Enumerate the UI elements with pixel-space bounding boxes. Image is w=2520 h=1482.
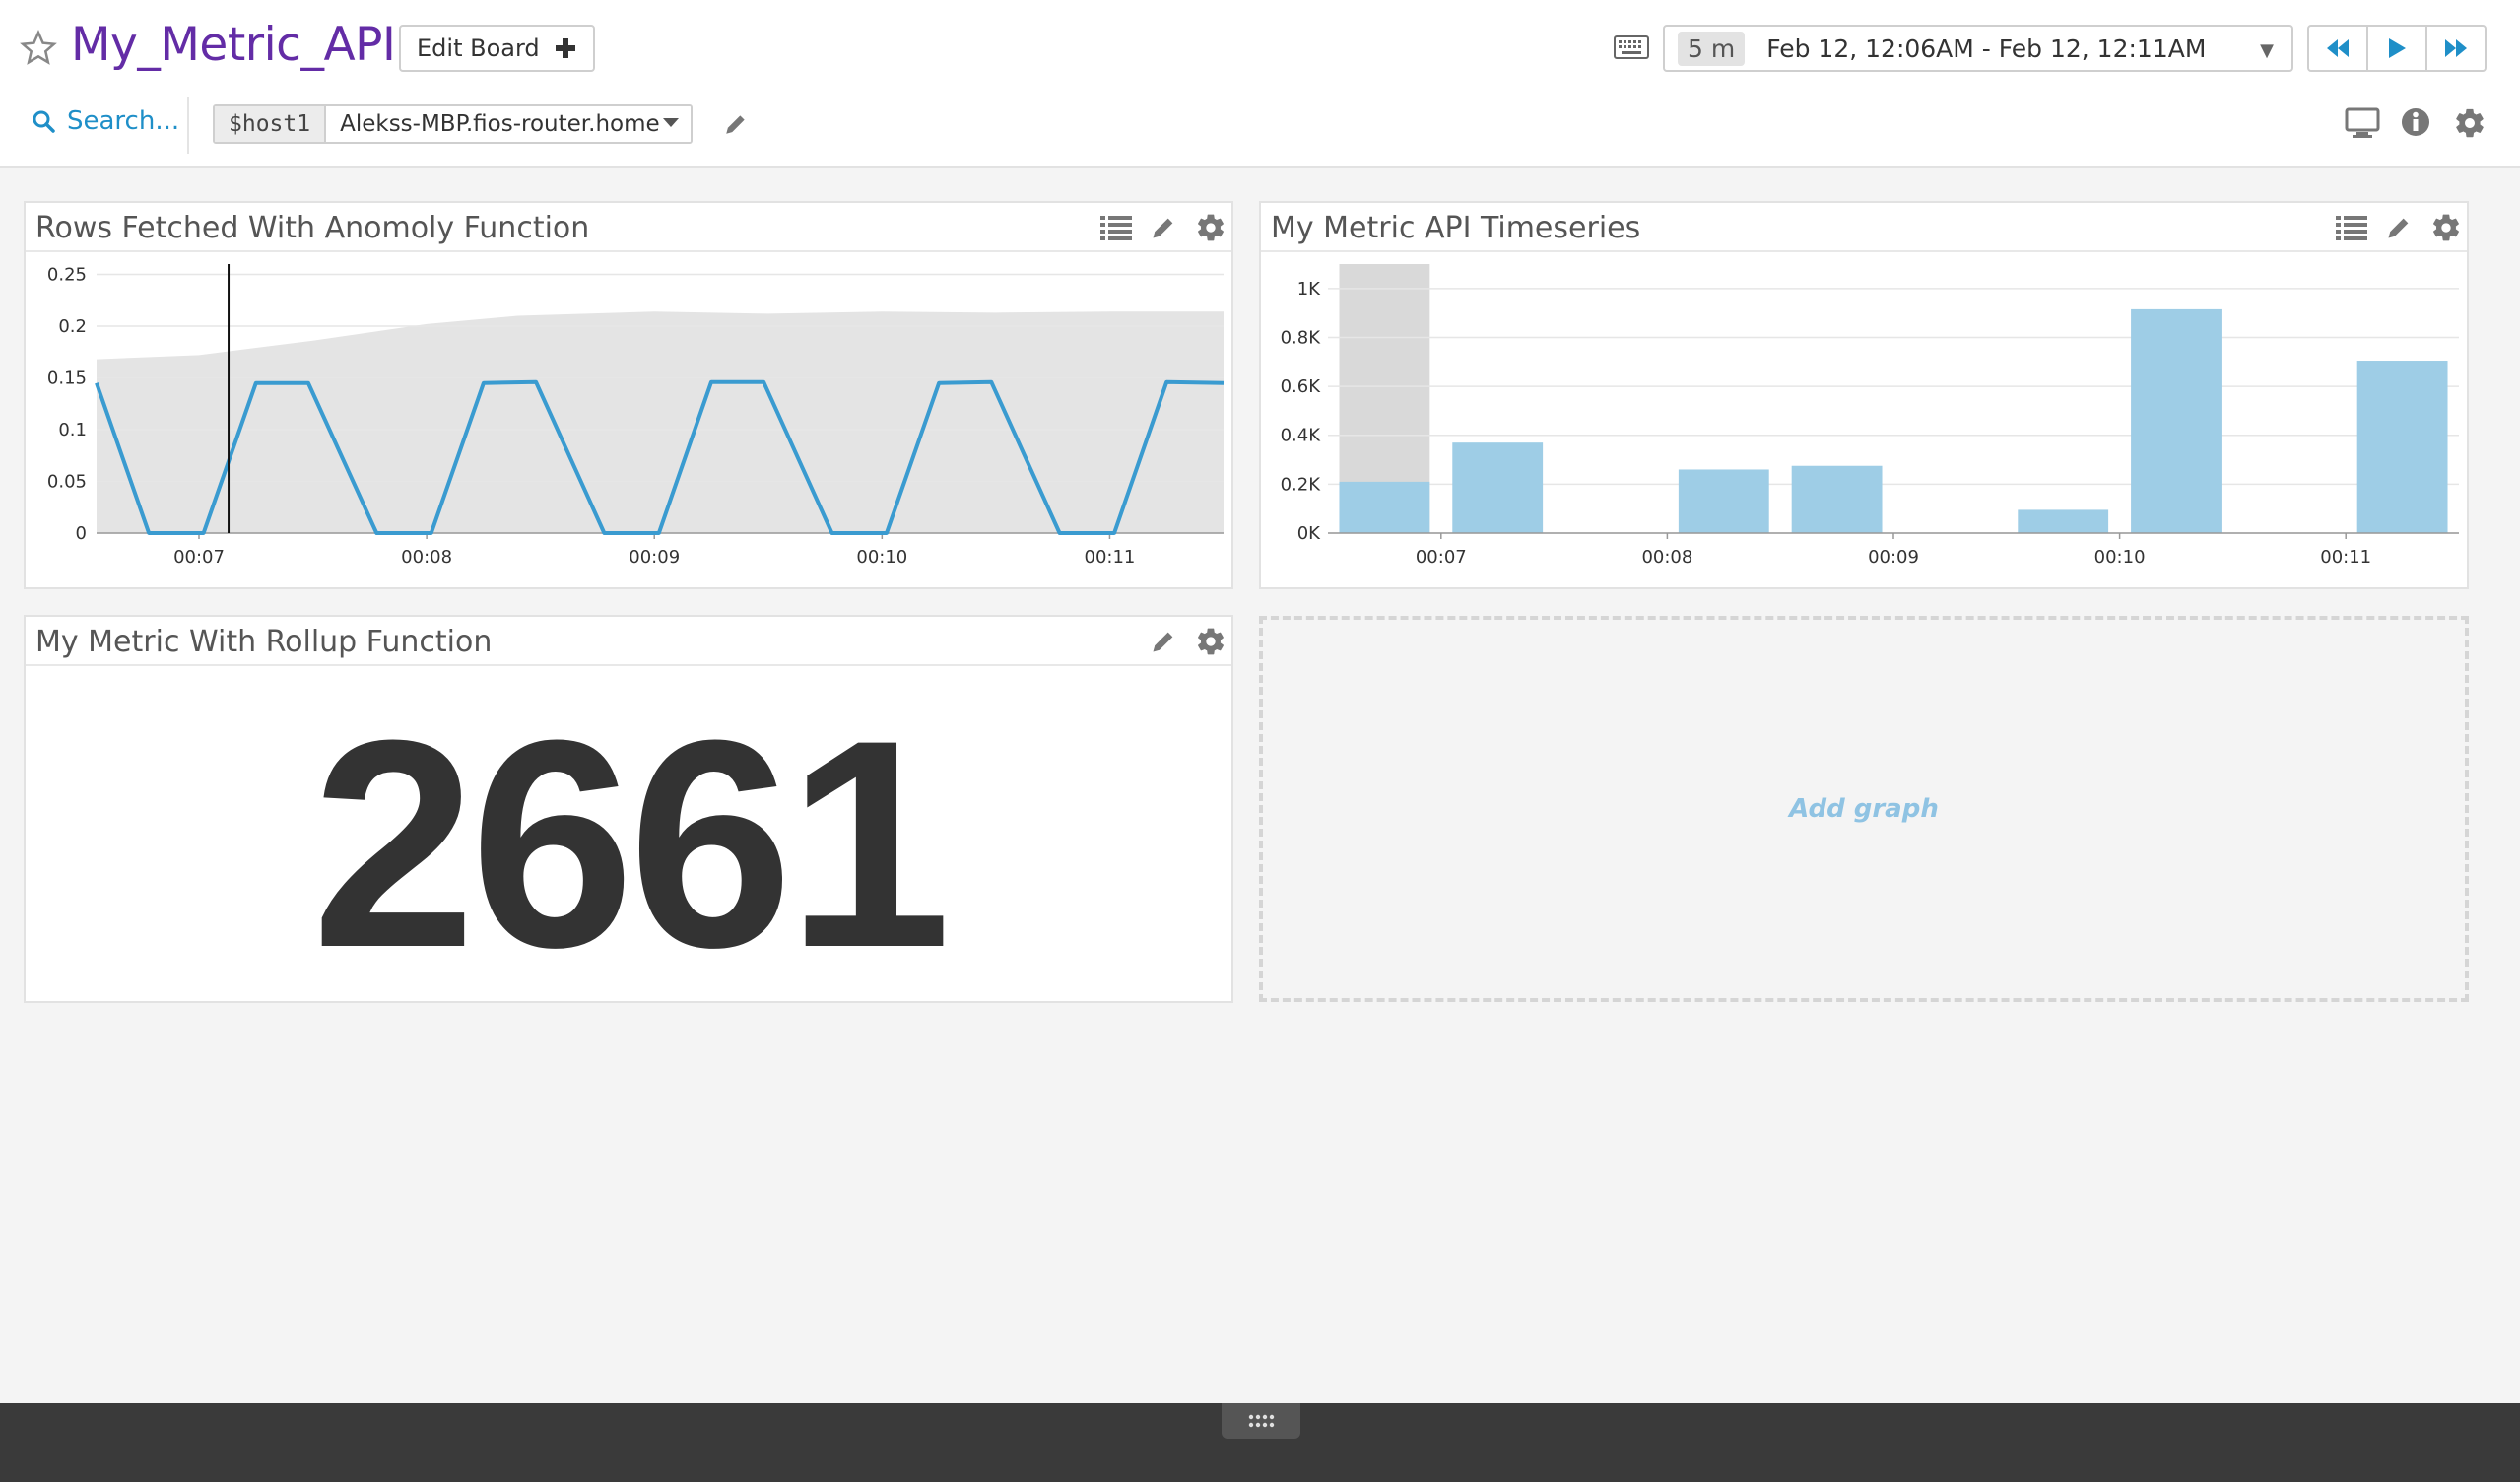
query-value: 2661 — [311, 678, 951, 1009]
widget-title: My Metric API Timeseries — [1271, 211, 1641, 245]
y-tick-label: 0.4K — [1281, 426, 1322, 446]
x-tick-label: 00:07 — [173, 547, 225, 568]
widget-header: My Metric With Rollup Function — [26, 617, 1231, 666]
toolbar-divider — [187, 97, 189, 154]
y-tick-label: 0 — [76, 523, 87, 544]
y-tick-label: 0.6K — [1281, 376, 1322, 397]
search-button[interactable]: Search... — [32, 106, 179, 136]
widget-tools — [1147, 625, 1227, 658]
anomaly-widget: Rows Fetched With Anomoly Function 0 0.05… — [24, 201, 1233, 589]
add-graph-label: Add graph — [1789, 794, 1939, 824]
bar — [1452, 442, 1544, 533]
x-tick-label: 00:10 — [2094, 547, 2146, 568]
template-variable-value: Alekss-MBP.fios-router.home — [340, 111, 660, 137]
gear-icon[interactable] — [2453, 106, 2487, 140]
gear-icon — [1198, 214, 1224, 241]
gear-icon — [1198, 628, 1224, 655]
edit-board-button[interactable]: Edit Board — [399, 25, 595, 72]
y-tick-label: 0.05 — [47, 472, 87, 493]
list-icon — [2336, 216, 2367, 240]
widget-settings-button[interactable] — [1194, 211, 1227, 244]
template-variable-host: $host1 Alekss-MBP.fios-router.home — [213, 104, 694, 144]
pencil-icon — [1153, 218, 1173, 238]
edit-widget-button[interactable] — [1147, 625, 1180, 658]
x-tick-label: 00:09 — [629, 547, 680, 568]
gear-icon — [2433, 214, 2459, 241]
anomaly-band — [97, 311, 1224, 533]
timeseries-bar-chart[interactable]: 0K 0.2K 0.4K 0.6K 0.8K 1K 00:07 00:08 00:09 00:10… — [1261, 254, 2467, 587]
time-range-picker[interactable]: 5 m Feb 12, 12:06AM - Feb 12, 12:11AM ▼ — [1663, 25, 2293, 72]
play-icon — [2389, 38, 2406, 58]
x-tick-label: 00:10 — [856, 547, 907, 568]
bar — [2131, 308, 2222, 533]
tv-mode-icon[interactable] — [2345, 106, 2380, 140]
caret-down-icon: ▼ — [2260, 40, 2274, 61]
widget-settings-button[interactable] — [2429, 211, 2463, 244]
pencil-icon — [1153, 632, 1173, 652]
board-title: My_Metric_API — [71, 18, 396, 72]
widget-tools — [1099, 211, 1227, 244]
bar — [2356, 361, 2448, 533]
play-button[interactable] — [2366, 25, 2427, 72]
star-icon[interactable] — [20, 30, 57, 67]
widget-title: Rows Fetched With Anomoly Function — [35, 211, 590, 245]
page-footer — [0, 1403, 2520, 1482]
caret-down-icon — [663, 118, 680, 127]
widget-title: My Metric With Rollup Function — [35, 625, 493, 659]
y-tick-label: 1K — [1297, 279, 1321, 300]
list-icon — [1100, 216, 1132, 240]
template-variable-select[interactable]: Alekss-MBP.fios-router.home — [326, 106, 692, 142]
y-tick-label: 0.8K — [1281, 327, 1322, 348]
pencil-icon — [2388, 218, 2409, 238]
grip-icon — [1248, 1414, 1275, 1428]
x-tick-label: 00:08 — [401, 547, 452, 568]
x-tick-label: 00:07 — [1416, 547, 1467, 568]
template-variable-name: $host1 — [215, 106, 327, 142]
bar — [2018, 509, 2109, 533]
keyboard-icon[interactable] — [1614, 35, 1649, 59]
legend-toggle-button[interactable] — [1099, 211, 1133, 244]
time-span-chip: 5 m — [1678, 31, 1746, 66]
rewind-icon — [2327, 39, 2349, 57]
bar — [1678, 469, 1769, 533]
widget-header: Rows Fetched With Anomoly Function — [26, 203, 1231, 252]
search-label: Search... — [67, 106, 180, 136]
x-tick-label: 00:08 — [1641, 547, 1692, 568]
add-graph-placeholder[interactable]: Add graph — [1259, 616, 2469, 1002]
fast-forward-button[interactable] — [2425, 25, 2487, 72]
timeseries-widget: My Metric API Timeseries 0K 0.2K 0.4K 0.6K 0… — [1259, 201, 2469, 589]
widget-settings-button[interactable] — [1194, 625, 1227, 658]
legend-toggle-button[interactable] — [2335, 211, 2368, 244]
y-tick-label: 0.15 — [47, 369, 87, 389]
bar — [1339, 481, 1430, 533]
plus-icon — [555, 38, 575, 58]
time-navigation — [2307, 25, 2487, 72]
edit-widget-button[interactable] — [2382, 211, 2416, 244]
anomaly-line-chart[interactable]: 0 0.05 0.1 0.15 0.2 0.25 00:07 00:08 00:09 00:10 0… — [26, 254, 1231, 587]
y-tick-label: 0.1 — [58, 420, 87, 440]
pencil-icon[interactable] — [723, 111, 749, 137]
search-icon — [33, 110, 55, 133]
x-tick-label: 00:09 — [1868, 547, 1919, 568]
widget-tools — [2335, 211, 2463, 244]
widget-header: My Metric API Timeseries — [1261, 203, 2467, 252]
y-tick-label: 0K — [1297, 523, 1321, 544]
x-tick-label: 00:11 — [2320, 547, 2371, 568]
y-tick-label: 0.25 — [47, 265, 87, 286]
bar — [1791, 465, 1883, 533]
rollup-widget: My Metric With Rollup Function 2661 — [24, 615, 1233, 1003]
info-icon[interactable] — [2400, 106, 2431, 138]
time-range-text: Feb 12, 12:06AM - Feb 12, 12:11AM — [1766, 34, 2207, 63]
fast-forward-icon — [2445, 39, 2467, 57]
y-tick-label: 0.2 — [58, 316, 87, 337]
x-tick-label: 00:11 — [1085, 547, 1136, 568]
edit-widget-button[interactable] — [1147, 211, 1180, 244]
rewind-button[interactable] — [2307, 25, 2368, 72]
edit-board-label: Edit Board — [417, 34, 540, 62]
footer-toggle-button[interactable] — [1222, 1403, 1300, 1439]
dashboard-header: My_Metric_API Edit Board 5 m Feb 12, 12:… — [0, 0, 2520, 168]
y-tick-label: 0.2K — [1281, 474, 1322, 495]
